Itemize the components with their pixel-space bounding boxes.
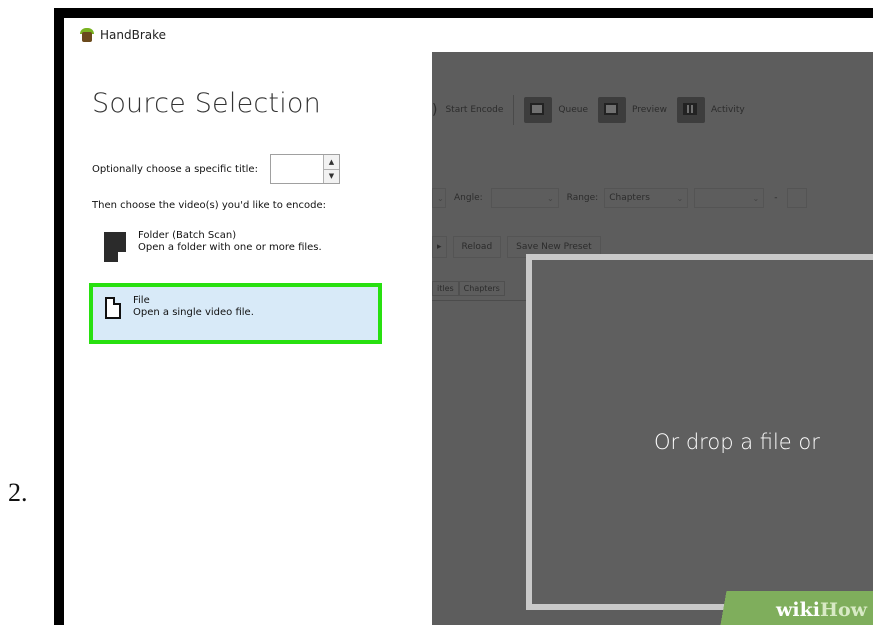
option-description: Open a folder with one or more files. xyxy=(138,242,322,253)
panel-heading: Source Selection xyxy=(92,88,321,119)
reload-button[interactable]: Reload xyxy=(452,236,502,258)
activity-label: Activity xyxy=(711,105,745,115)
chevron-down-icon: ⌄ xyxy=(752,193,760,203)
activity-button[interactable]: Activity xyxy=(677,97,745,123)
stepper-up-icon[interactable]: ▲ xyxy=(323,155,339,169)
tab-chapters[interactable]: Chapters xyxy=(458,281,505,296)
handbrake-logo-icon xyxy=(80,28,94,42)
chevron-down-icon: ⌄ xyxy=(437,193,444,203)
wikihow-watermark: wikiHow xyxy=(693,591,873,625)
title-prompt: Optionally choose a specific title: xyxy=(92,163,258,175)
chevron-down-icon: ⌄ xyxy=(676,193,684,203)
app-title: HandBrake xyxy=(100,28,167,42)
range-label: Range: xyxy=(566,193,599,203)
play-arrow-icon: ▸ xyxy=(437,242,442,252)
range-dropdown[interactable]: Chapters ⌄ xyxy=(604,188,689,208)
option-title: Folder (Batch Scan) xyxy=(138,230,237,241)
option-description: Open a single video file. xyxy=(133,307,254,318)
title-chooser-row: Optionally choose a specific title: ▲ ▼ xyxy=(92,154,340,184)
file-icon xyxy=(105,297,121,319)
stepper-down-icon[interactable]: ▼ xyxy=(323,168,339,183)
option-title: File xyxy=(133,295,150,306)
preview-label: Preview xyxy=(632,105,668,115)
encode-prompt: Then choose the video(s) you'd like to e… xyxy=(92,200,326,211)
save-preset-label: Save New Preset xyxy=(516,242,592,252)
queue-icon xyxy=(524,97,553,123)
watermark-part2: How xyxy=(820,599,867,621)
drop-zone-text: Or drop a file or xyxy=(654,430,820,454)
range-separator: - xyxy=(774,193,778,203)
queue-button[interactable]: Queue xyxy=(524,97,588,123)
tab-subtitles[interactable]: itles xyxy=(432,281,459,296)
main-window-dimmed: ) Start Encode Queue Preview Activity ⌄ … xyxy=(432,52,873,625)
toolbar-divider xyxy=(513,95,515,125)
angle-label: Angle: xyxy=(454,193,483,203)
chapter-end-dropdown[interactable] xyxy=(787,188,808,208)
title-number-stepper[interactable]: ▲ ▼ xyxy=(269,154,340,184)
title-bar: HandBrake xyxy=(64,18,873,52)
range-value: Chapters xyxy=(609,193,650,203)
activity-icon xyxy=(677,97,706,123)
toolbar: ) Start Encode Queue Preview Activity xyxy=(432,90,755,130)
source-selection-panel: Source Selection Optionally choose a spe… xyxy=(64,52,432,625)
chapter-start-dropdown[interactable]: ⌄ xyxy=(694,188,765,208)
source-range-row: ⌄ Angle: ⌄ Range: Chapters ⌄ ⌄ - xyxy=(432,188,808,208)
step-number: 2. xyxy=(8,478,28,507)
preset-arrow-button[interactable]: ▸ xyxy=(432,236,447,258)
handbrake-window: HandBrake Source Selection Optionally ch… xyxy=(64,18,873,625)
preview-button[interactable]: Preview xyxy=(598,97,667,123)
watermark-part1: wiki xyxy=(776,599,821,621)
folder-batch-scan-option[interactable]: Folder (Batch Scan) Open a folder with o… xyxy=(92,230,322,262)
toolbar-edge: ) xyxy=(432,102,438,118)
start-encode-label: Start Encode xyxy=(445,105,504,115)
preview-icon xyxy=(598,97,626,123)
file-option[interactable]: File Open a single video file. xyxy=(89,283,382,344)
chevron-down-icon: ⌄ xyxy=(546,193,554,203)
start-encode-button[interactable]: Start Encode xyxy=(445,105,503,115)
settings-tabs: itles Chapters xyxy=(432,281,505,296)
queue-label: Queue xyxy=(558,105,588,115)
stepper-buttons: ▲ ▼ xyxy=(322,155,339,183)
drop-zone-overlay[interactable]: Or drop a file or xyxy=(526,254,873,610)
reload-label: Reload xyxy=(461,242,493,252)
folder-batch-icon xyxy=(104,232,126,262)
angle-dropdown[interactable]: ⌄ xyxy=(490,188,559,208)
title-dropdown-edge[interactable]: ⌄ xyxy=(432,188,446,208)
